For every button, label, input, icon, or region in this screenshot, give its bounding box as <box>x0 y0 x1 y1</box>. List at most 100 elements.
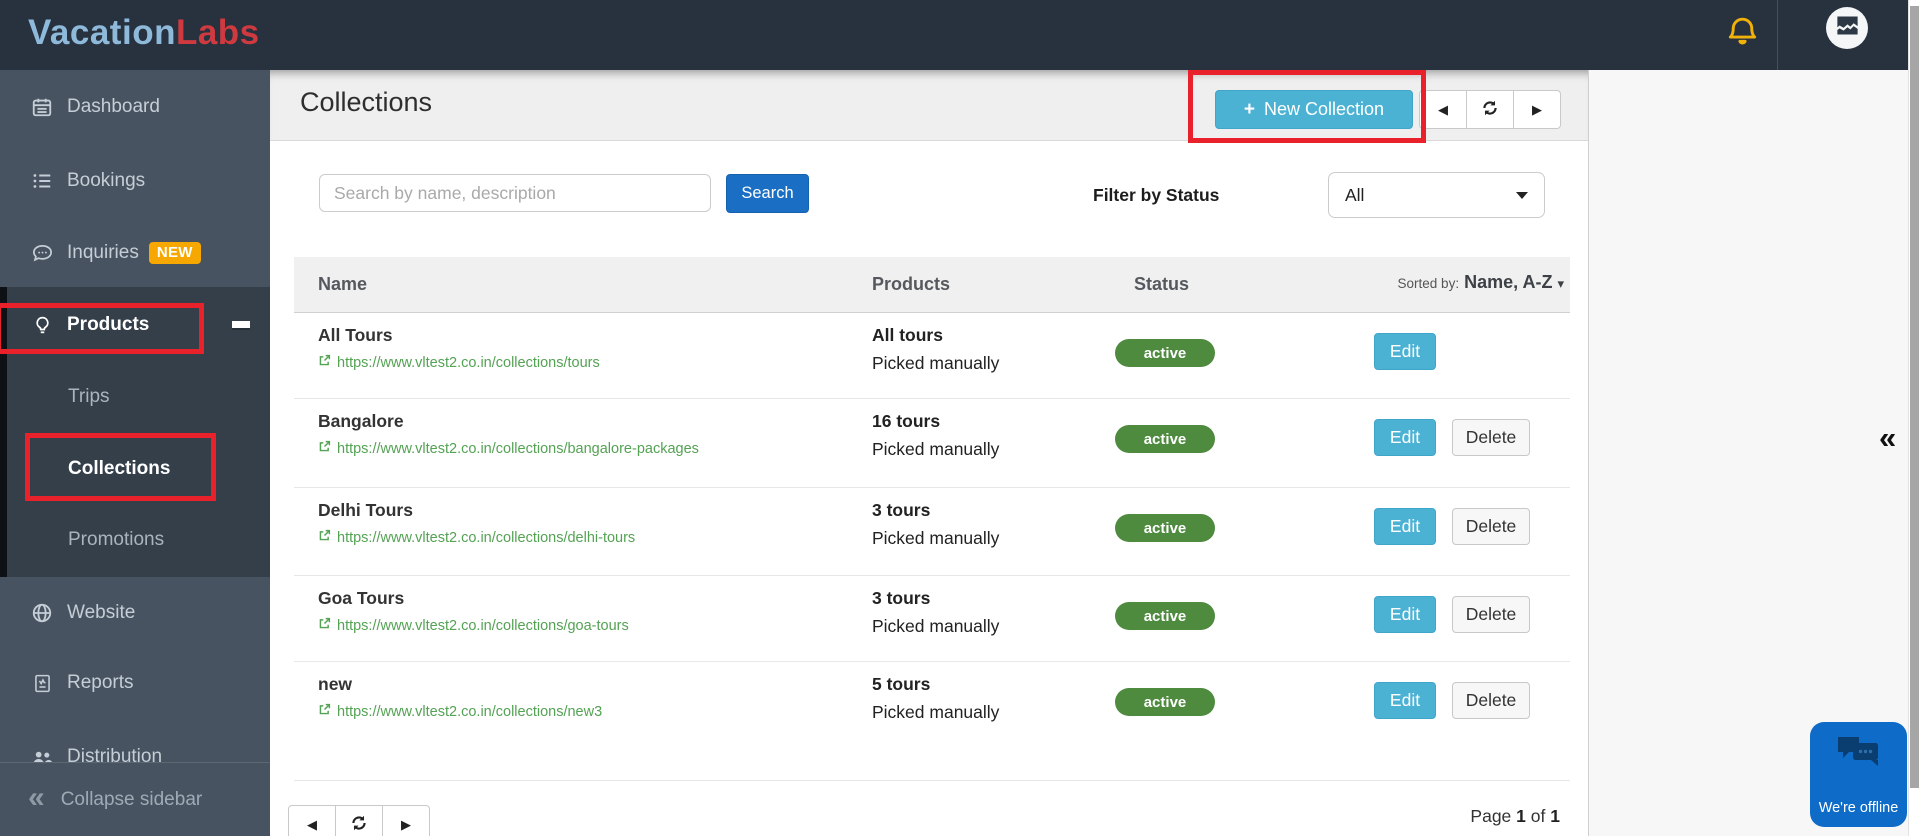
sidebar-item-products[interactable]: Products <box>0 303 270 347</box>
sidebar-item-promotions[interactable]: Promotions <box>0 518 270 562</box>
brand-logo[interactable]: VacationLabs <box>28 13 260 53</box>
edit-button[interactable]: Edit <box>1374 508 1436 545</box>
status-badge: active <box>1115 602 1215 630</box>
delete-button[interactable]: Delete <box>1452 419 1530 456</box>
sidebar-item-inquiries[interactable]: Inquiries NEW <box>0 231 270 275</box>
collection-name: Goa Tours <box>318 588 404 609</box>
search-button[interactable]: Search <box>726 174 809 213</box>
search-input[interactable] <box>319 174 711 212</box>
report-document-icon <box>30 673 54 694</box>
collection-url: https://www.vltest2.co.in/collections/ba… <box>337 441 699 457</box>
notifications-button[interactable] <box>1722 14 1762 54</box>
prev-page-button[interactable]: ◀ <box>288 805 336 836</box>
table-row: Delhi Tours https://www.vltest2.co.in/co… <box>294 488 1570 576</box>
refresh-button[interactable] <box>1466 90 1514 129</box>
collection-name: Delhi Tours <box>318 500 413 521</box>
collection-url: https://www.vltest2.co.in/collections/ne… <box>337 704 602 720</box>
sidebar-item-dashboard[interactable]: Dashboard <box>0 85 270 129</box>
sorted-by-value: Name, A-Z <box>1464 272 1552 292</box>
page-info-of: of <box>1531 806 1546 826</box>
status-filter-dropdown[interactable]: All <box>1328 172 1545 218</box>
scrollbar-track[interactable] <box>1908 0 1919 836</box>
products-mode: Picked manually <box>872 439 999 460</box>
caret-down-icon: ▾ <box>1557 276 1564 291</box>
panel-collapse-icon[interactable]: « <box>1879 420 1896 456</box>
collection-link[interactable]: https://www.vltest2.co.in/collections/to… <box>318 354 600 371</box>
table-row: new https://www.vltest2.co.in/collection… <box>294 662 1570 781</box>
next-page-button[interactable]: ▶ <box>1513 90 1561 129</box>
edit-button[interactable]: Edit <box>1374 596 1436 633</box>
external-link-icon <box>318 440 331 457</box>
calendar-icon <box>30 96 54 118</box>
page-title: Collections <box>300 87 432 118</box>
prev-arrow-icon: ◀ <box>307 817 317 833</box>
topbar-divider <box>1777 0 1778 70</box>
lightbulb-icon <box>30 315 54 336</box>
broken-image-icon <box>1834 12 1861 44</box>
collapse-chevrons-icon: « <box>28 781 45 815</box>
products-mode: Picked manually <box>872 702 999 723</box>
pagination-bottom: ◀ ▶ <box>288 805 430 836</box>
products-mode: Picked manually <box>872 528 999 549</box>
pagination-top: ◀ ▶ <box>1419 90 1561 129</box>
collection-link[interactable]: https://www.vltest2.co.in/collections/go… <box>318 617 629 634</box>
status-badge: active <box>1115 688 1215 716</box>
prev-page-button[interactable]: ◀ <box>1419 90 1467 129</box>
collection-name: Bangalore <box>318 411 404 432</box>
chat-widget[interactable]: We're offline <box>1810 722 1907 827</box>
edit-button[interactable]: Edit <box>1374 419 1436 456</box>
scrollbar-thumb[interactable] <box>1910 6 1919 788</box>
chat-status-label: We're offline <box>1819 800 1899 816</box>
prev-arrow-icon: ◀ <box>1438 102 1448 118</box>
collapse-sidebar-label: Collapse sidebar <box>61 789 203 811</box>
products-count: 16 tours <box>872 411 940 432</box>
plus-icon: + <box>1244 99 1255 121</box>
edit-button[interactable]: Edit <box>1374 682 1436 719</box>
products-count: All tours <box>872 325 943 346</box>
table-row: Bangalore https://www.vltest2.co.in/coll… <box>294 399 1570 488</box>
column-header-products: Products <box>872 274 950 295</box>
status-badge: active <box>1115 425 1215 453</box>
delete-button[interactable]: Delete <box>1452 596 1530 633</box>
collection-link[interactable]: https://www.vltest2.co.in/collections/ba… <box>318 440 699 457</box>
sidebar: Dashboard Bookings Inquiries NEW Product… <box>0 70 270 836</box>
sidebar-item-collections[interactable]: Collections <box>0 447 270 491</box>
minus-icon[interactable] <box>232 321 250 328</box>
sorted-by-label: Sorted by: <box>1398 276 1460 291</box>
products-count: 3 tours <box>872 500 930 521</box>
status-filter-value: All <box>1345 185 1364 206</box>
products-mode: Picked manually <box>872 616 999 637</box>
collapse-sidebar-button[interactable]: « Collapse sidebar <box>0 762 270 836</box>
brand-part2: Labs <box>176 13 260 52</box>
refresh-button[interactable] <box>335 805 383 836</box>
external-link-icon <box>318 617 331 634</box>
caret-down-icon <box>1516 192 1528 199</box>
column-header-status: Status <box>1134 274 1189 295</box>
sidebar-subitem-label: Promotions <box>68 529 164 551</box>
external-link-icon <box>318 529 331 546</box>
new-collection-button[interactable]: + New Collection <box>1215 90 1413 129</box>
collection-url: https://www.vltest2.co.in/collections/go… <box>337 618 629 634</box>
collection-link[interactable]: https://www.vltest2.co.in/collections/de… <box>318 529 635 546</box>
collection-name: new <box>318 674 352 695</box>
edit-button[interactable]: Edit <box>1374 333 1436 370</box>
sidebar-item-website[interactable]: Website <box>0 591 270 635</box>
collection-link[interactable]: https://www.vltest2.co.in/collections/ne… <box>318 703 602 720</box>
new-collection-label: New Collection <box>1264 99 1384 120</box>
refresh-icon <box>1481 99 1499 120</box>
sidebar-item-trips[interactable]: Trips <box>0 375 270 419</box>
user-avatar[interactable] <box>1826 7 1868 49</box>
sidebar-item-label: Bookings <box>67 170 145 192</box>
top-bar: VacationLabs <box>0 0 1919 70</box>
sort-selector[interactable]: Sorted by: Name, A-Z ▾ <box>1398 272 1564 293</box>
next-page-button[interactable]: ▶ <box>382 805 430 836</box>
sidebar-item-bookings[interactable]: Bookings <box>0 159 270 203</box>
sidebar-item-reports[interactable]: Reports <box>0 661 270 705</box>
products-mode: Picked manually <box>872 353 999 374</box>
bell-icon <box>1724 13 1761 55</box>
table-header: Name Products Status Sorted by: Name, A-… <box>294 257 1570 313</box>
new-badge: NEW <box>149 242 201 264</box>
table-row: All Tours https://www.vltest2.co.in/coll… <box>294 313 1570 399</box>
delete-button[interactable]: Delete <box>1452 682 1530 719</box>
delete-button[interactable]: Delete <box>1452 508 1530 545</box>
